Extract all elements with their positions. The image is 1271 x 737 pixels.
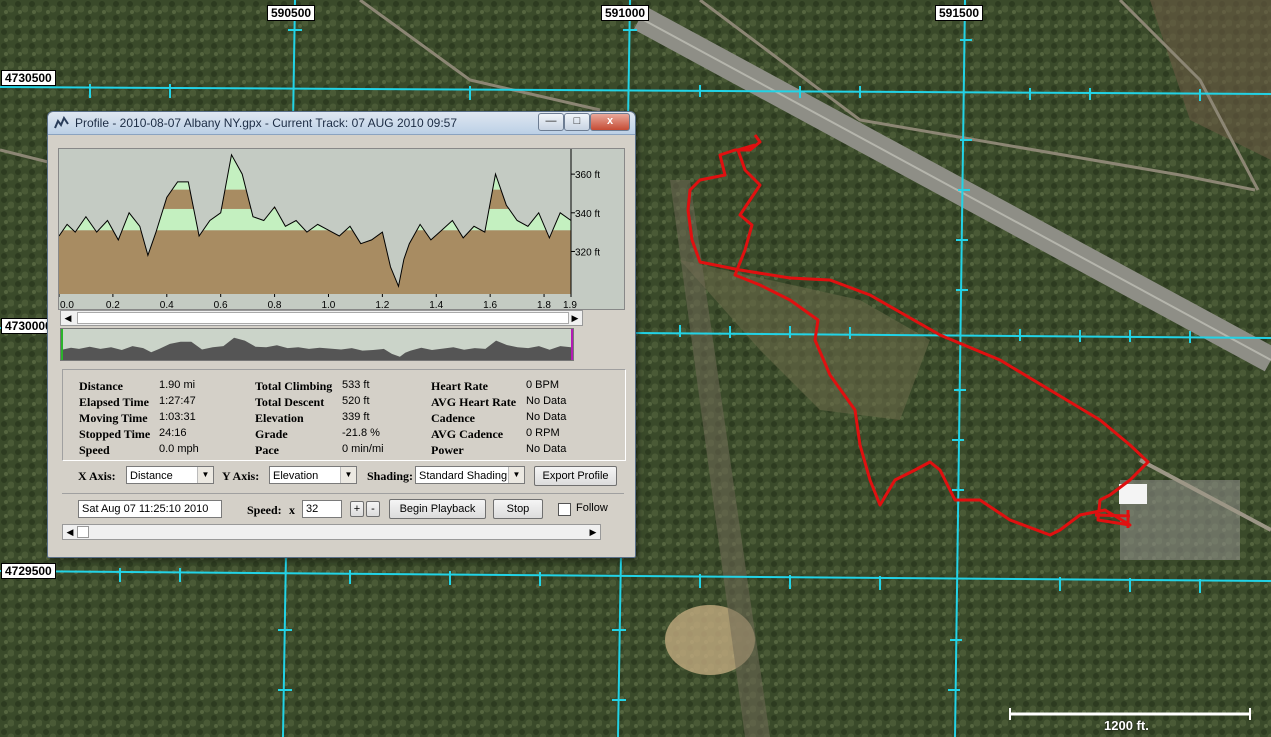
chevron-down-icon[interactable]: ▼ bbox=[197, 467, 213, 483]
total-descent-label: Total Descent bbox=[255, 395, 325, 409]
y-tick-label: 320 ft bbox=[575, 247, 600, 258]
axis-controls: X Axis: Distance ▼ Y Axis: Elevation ▼ S… bbox=[62, 464, 624, 488]
x-tick-label: 1.4 bbox=[429, 300, 443, 310]
x-tick-label: 1.2 bbox=[375, 300, 389, 310]
elevation-label: Elevation bbox=[255, 411, 304, 425]
playback-speed-multiplier: x bbox=[289, 503, 295, 517]
y-axis-label: Y Axis: bbox=[222, 469, 260, 483]
x-tick-label: 0.6 bbox=[214, 300, 228, 310]
elapsed-time-value: 1:27:47 bbox=[159, 395, 196, 407]
stats-panel: Distance 1.90 mi Elapsed Time 1:27:47 Mo… bbox=[62, 369, 626, 461]
scale-bar-label: 1200 ft. bbox=[1104, 718, 1149, 733]
elevation-value: 339 ft bbox=[342, 411, 370, 423]
x-axis-select[interactable]: Distance ▼ bbox=[126, 466, 214, 484]
grid-label-northing-3: 4729500 bbox=[1, 563, 56, 579]
playback-scrollbar[interactable]: ◀ ▶ bbox=[62, 524, 601, 540]
avg-heart-rate-label: AVG Heart Rate bbox=[431, 395, 517, 409]
elevation-band bbox=[59, 230, 571, 294]
grid-label-easting-2: 591000 bbox=[601, 5, 650, 21]
scroll-left-arrow[interactable]: ◀ bbox=[63, 525, 77, 539]
scroll-thumb[interactable] bbox=[77, 312, 569, 324]
cadence-value: No Data bbox=[526, 411, 567, 423]
moving-time-value: 1:03:31 bbox=[159, 411, 196, 423]
chevron-down-icon[interactable]: ▼ bbox=[340, 467, 356, 483]
scroll-left-arrow[interactable]: ◀ bbox=[61, 311, 75, 325]
moving-time-label: Moving Time bbox=[79, 411, 148, 425]
stop-button[interactable]: Stop bbox=[493, 499, 543, 519]
heart-rate-label: Heart Rate bbox=[431, 379, 488, 393]
minimize-button[interactable]: — bbox=[538, 113, 564, 131]
x-axis-label: X Axis: bbox=[78, 469, 116, 483]
playback-speed-label: Speed: bbox=[247, 503, 282, 517]
y-tick-label: 340 ft bbox=[575, 209, 600, 220]
stopped-time-label: Stopped Time bbox=[79, 427, 151, 441]
pace-label: Pace bbox=[255, 443, 279, 457]
avg-heart-rate-value: No Data bbox=[526, 395, 567, 407]
playback-speed-input[interactable]: 32 bbox=[302, 500, 342, 518]
elevation-profile-chart[interactable]: 360 ft 340 ft 320 ft 0.0 0.2 0.4 0.6 0.8 1.0 1.2… bbox=[58, 148, 625, 310]
x-tick-label: 1.8 bbox=[537, 300, 551, 310]
distance-value: 1.90 mi bbox=[159, 379, 196, 391]
follow-checkbox[interactable] bbox=[558, 503, 571, 516]
maximize-button[interactable]: □ bbox=[564, 113, 590, 131]
speed-label: Speed bbox=[79, 443, 110, 457]
x-tick-label: 1.0 bbox=[321, 300, 335, 310]
speed-value: 0.0 mph bbox=[159, 443, 199, 455]
x-tick-label: 0.2 bbox=[106, 300, 120, 310]
speed-decrease-button[interactable]: - bbox=[366, 501, 380, 517]
grid-label-easting-1: 590500 bbox=[267, 5, 316, 21]
profile-scrollbar[interactable]: ◀ ▶ bbox=[60, 310, 583, 326]
stopped-time-value: 24:16 bbox=[159, 427, 187, 439]
follow-label: Follow bbox=[576, 502, 608, 514]
grade-value: -21.8 % bbox=[342, 427, 380, 439]
grade-label: Grade bbox=[255, 427, 288, 441]
shading-value: Standard Shading bbox=[419, 470, 508, 482]
x-tick-label: 0.0 bbox=[60, 300, 74, 310]
distance-label: Distance bbox=[79, 379, 123, 393]
grid-label-northing-1: 4730500 bbox=[1, 70, 56, 86]
timestamp-field[interactable]: Sat Aug 07 11:25:10 2010 bbox=[78, 500, 222, 518]
profile-window[interactable]: Profile - 2010-08-07 Albany NY.gpx - Cur… bbox=[47, 111, 636, 558]
total-climbing-value: 533 ft bbox=[342, 379, 370, 391]
y-axis-select[interactable]: Elevation ▼ bbox=[269, 466, 357, 484]
y-tick-label: 360 ft bbox=[575, 170, 600, 181]
x-tick-label: 1.6 bbox=[483, 300, 497, 310]
x-axis-value: Distance bbox=[130, 470, 173, 482]
chevron-down-icon[interactable]: ▼ bbox=[508, 467, 524, 483]
total-descent-value: 520 ft bbox=[342, 395, 370, 407]
avg-cadence-value: 0 RPM bbox=[526, 427, 560, 439]
begin-playback-button[interactable]: Begin Playback bbox=[389, 499, 486, 519]
x-tick-label: 1.9 bbox=[563, 300, 577, 310]
shading-select[interactable]: Standard Shading ▼ bbox=[415, 466, 525, 484]
playback-thumb[interactable] bbox=[77, 526, 89, 538]
avg-cadence-label: AVG Cadence bbox=[431, 427, 504, 441]
shading-label: Shading: bbox=[367, 469, 414, 483]
profile-overview-chart[interactable] bbox=[60, 328, 574, 361]
heart-rate-value: 0 BPM bbox=[526, 379, 560, 391]
x-tick-label: 0.8 bbox=[268, 300, 282, 310]
elapsed-time-label: Elapsed Time bbox=[79, 395, 149, 409]
scroll-right-arrow[interactable]: ▶ bbox=[568, 311, 582, 325]
power-value: No Data bbox=[526, 443, 567, 455]
pace-value: 0 min/mi bbox=[342, 443, 384, 455]
total-climbing-label: Total Climbing bbox=[255, 379, 333, 393]
close-button[interactable]: x bbox=[590, 113, 630, 131]
export-profile-button[interactable]: Export Profile bbox=[534, 466, 617, 486]
scroll-right-arrow[interactable]: ▶ bbox=[586, 525, 600, 539]
x-tick-label: 0.4 bbox=[160, 300, 174, 310]
window-title: Profile - 2010-08-07 Albany NY.gpx - Cur… bbox=[75, 116, 457, 130]
speed-increase-button[interactable]: + bbox=[350, 501, 364, 517]
grid-label-easting-3: 591500 bbox=[935, 5, 984, 21]
profile-chart-icon bbox=[54, 116, 69, 129]
title-bar[interactable]: Profile - 2010-08-07 Albany NY.gpx - Cur… bbox=[48, 112, 635, 135]
power-label: Power bbox=[431, 443, 464, 457]
cadence-label: Cadence bbox=[431, 411, 475, 425]
y-axis-value: Elevation bbox=[273, 470, 319, 482]
